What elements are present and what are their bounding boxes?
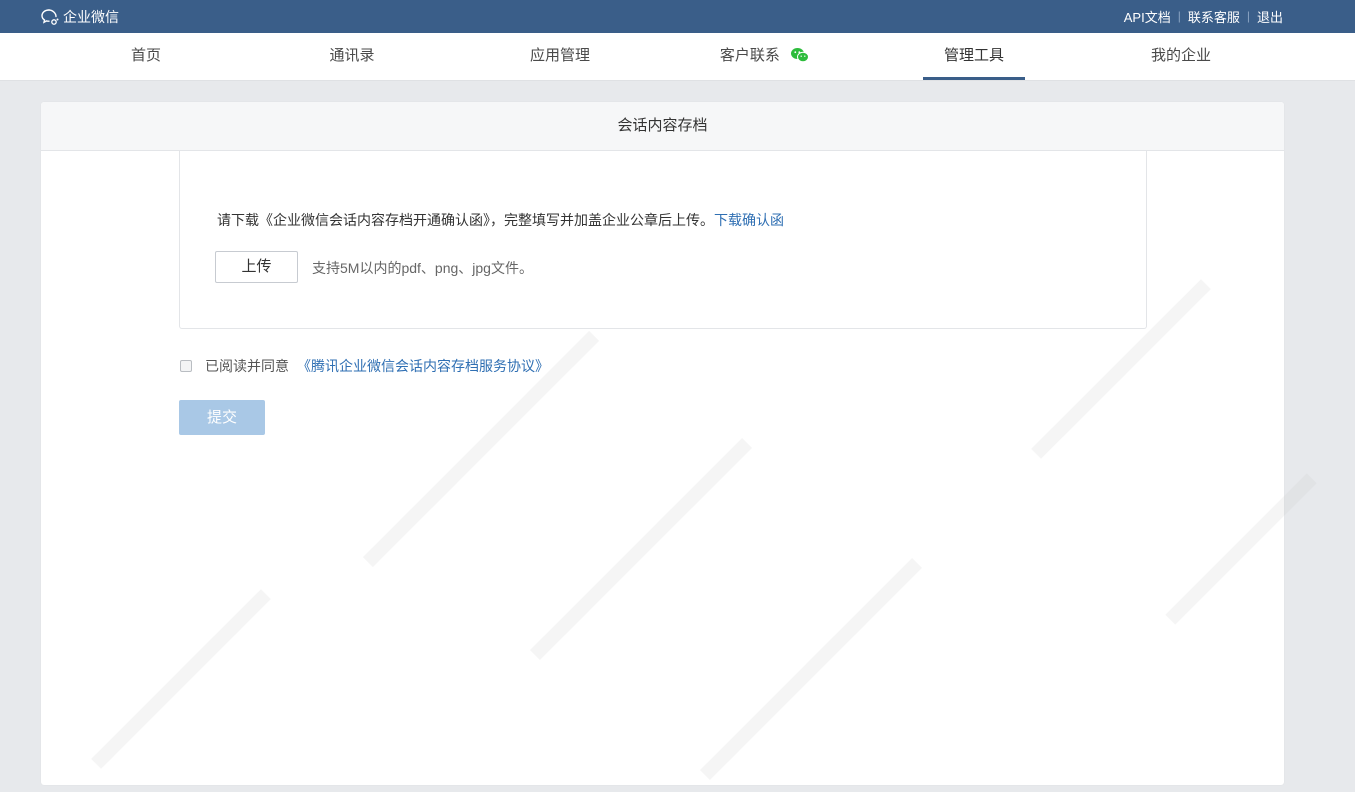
nav-customer-contact[interactable]: 客户联系	[705, 33, 825, 80]
watermark	[529, 437, 753, 661]
agreement-row: 已阅读并同意 《腾讯企业微信会话内容存档服务协议》	[180, 356, 549, 376]
nav-label: 应用管理	[529, 47, 590, 64]
upload-hint: 支持5M以内的pdf、png、jpg文件。	[312, 260, 533, 276]
nav-app-management[interactable]: 应用管理	[505, 33, 615, 80]
upload-button[interactable]: 上传	[215, 251, 298, 283]
brand-logo[interactable]: 企业微信	[40, 7, 119, 27]
agree-checkbox[interactable]	[180, 360, 192, 372]
wechat-icon	[791, 47, 810, 62]
nav-label: 通讯录	[329, 47, 375, 64]
download-confirmation-link[interactable]: 下载确认函	[714, 212, 784, 228]
top-bar: 企业微信 API文档 | 联系客服 | 退出	[0, 0, 1355, 33]
chat-archive-panel: 会话内容存档 请下载《企业微信会话内容存档开通确认函》，完整填写并加盖企业公章后…	[41, 102, 1317, 785]
nav-home[interactable]: 首页	[91, 33, 201, 80]
active-tab-indicator	[923, 77, 1025, 80]
service-agreement-link[interactable]: 《腾讯企业微信会话内容存档服务协议》	[297, 356, 549, 376]
instruction: 请下载《企业微信会话内容存档开通确认函》，完整填写并加盖企业公章后上传。下载确认…	[217, 210, 784, 230]
upload-section: 请下载《企业微信会话内容存档开通确认函》，完整填写并加盖企业公章后上传。下载确认…	[179, 151, 1147, 329]
nav-label: 我的企业	[1150, 47, 1211, 64]
instruction-text: 请下载《企业微信会话内容存档开通确认函》，完整填写并加盖企业公章后上传。	[217, 212, 714, 228]
top-links: API文档 | 联系客服 | 退出	[1124, 7, 1283, 25]
nav-label: 管理工具	[943, 47, 1004, 64]
nav-label: 首页	[130, 47, 161, 64]
watermark	[91, 589, 271, 769]
brand-name: 企业微信	[63, 9, 119, 25]
api-docs-link[interactable]: API文档	[1124, 7, 1171, 26]
separator: |	[1246, 9, 1250, 23]
nav-label: 客户联系	[719, 47, 780, 64]
wechat-logo-icon	[41, 9, 59, 25]
main-nav: 首页 通讯录 应用管理 客户联系 管理工具 我的企业	[0, 33, 1355, 81]
contact-support-link[interactable]: 联系客服	[1188, 7, 1240, 26]
watermark	[1165, 473, 1317, 625]
panel-title: 会话内容存档	[41, 102, 1284, 151]
watermark	[699, 557, 923, 781]
agree-label: 已阅读并同意	[205, 358, 289, 374]
submit-button[interactable]: 提交	[179, 400, 265, 435]
nav-contacts[interactable]: 通讯录	[297, 33, 407, 80]
nav-admin-tools[interactable]: 管理工具	[919, 33, 1029, 80]
separator: |	[1177, 9, 1181, 23]
nav-my-enterprise[interactable]: 我的企业	[1126, 33, 1236, 80]
logout-link[interactable]: 退出	[1257, 7, 1283, 26]
